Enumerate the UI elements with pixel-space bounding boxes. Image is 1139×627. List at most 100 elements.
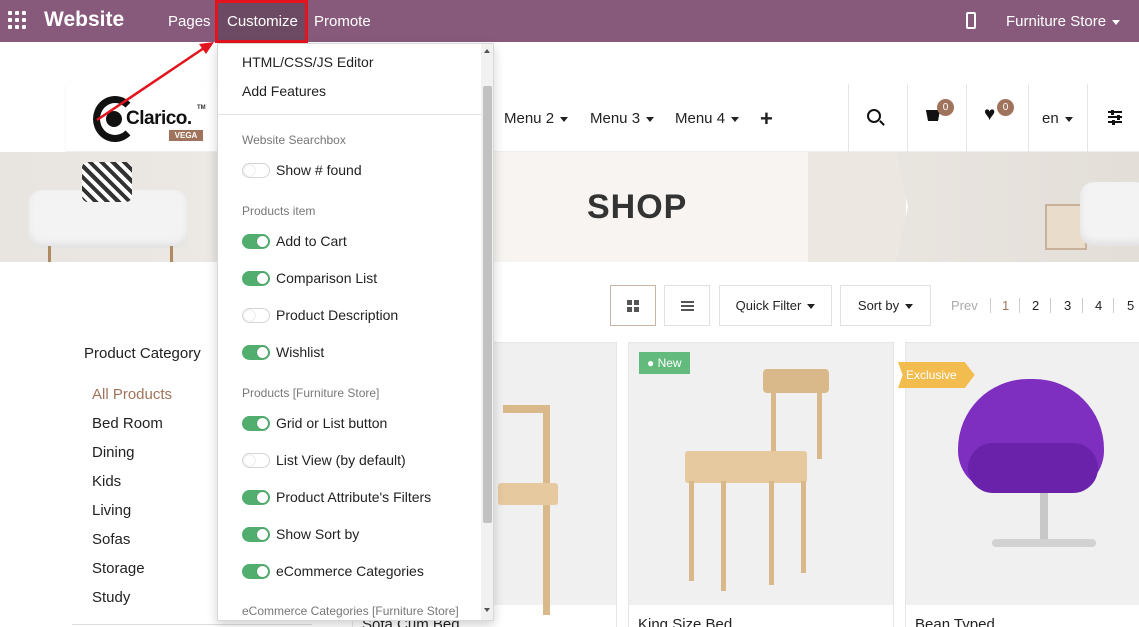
- option-comparison-list[interactable]: Comparison List: [242, 270, 472, 288]
- sliders-icon[interactable]: [1108, 110, 1122, 125]
- admin-topbar: Website Pages Customize Promote Furnitur…: [0, 0, 1139, 43]
- nav-customize-label: Customize: [227, 13, 298, 30]
- category-title: Product Category: [84, 345, 201, 362]
- grid-view-button[interactable]: [610, 285, 656, 326]
- menu-3[interactable]: Menu 3: [590, 110, 655, 127]
- scrollbar-thumb[interactable]: [483, 86, 492, 523]
- chevron-down-icon: [731, 116, 740, 122]
- language-selector[interactable]: en: [1042, 110, 1073, 127]
- product-card[interactable]: Exclusive Bean Typed: [898, 342, 1139, 627]
- nav-promote[interactable]: Promote: [314, 13, 371, 30]
- sort-by-button[interactable]: Sort by: [840, 285, 931, 326]
- chair-leg: [48, 246, 51, 262]
- add-menu-icon[interactable]: +: [760, 106, 773, 132]
- header-divider: [966, 84, 967, 152]
- apps-grid-icon[interactable]: [8, 11, 28, 31]
- chair-part: [769, 481, 774, 585]
- menu-4-label: Menu 4: [675, 110, 726, 127]
- store-name: Furniture Store: [1006, 13, 1107, 30]
- menu-divider: [218, 114, 481, 115]
- category-living[interactable]: Living: [92, 502, 131, 519]
- heart-icon[interactable]: ♥: [984, 104, 995, 126]
- category-dining[interactable]: Dining: [92, 444, 135, 461]
- section-heading: Products [Furniture Store]: [242, 386, 380, 400]
- search-icon[interactable]: [867, 109, 881, 123]
- product-tag-label: New: [657, 356, 682, 370]
- toggle-switch[interactable]: [242, 490, 270, 505]
- toggle-switch[interactable]: [242, 564, 270, 579]
- product-name[interactable]: King Size Bed: [638, 616, 732, 627]
- option-wishlist[interactable]: Wishlist: [242, 344, 472, 362]
- scroll-down-icon[interactable]: [484, 608, 490, 612]
- toggle-switch[interactable]: [242, 271, 270, 286]
- category-all-products[interactable]: All Products: [92, 386, 172, 403]
- option-show-sort-by[interactable]: Show Sort by: [242, 526, 472, 544]
- quick-filter-button[interactable]: Quick Filter: [719, 285, 832, 326]
- pager-page-2[interactable]: 2: [1032, 298, 1039, 313]
- pager-prev[interactable]: Prev: [951, 298, 978, 313]
- nav-customize[interactable]: Customize: [215, 0, 308, 43]
- pager-divider: [1082, 298, 1083, 313]
- chair-part: [543, 405, 550, 615]
- logo-dot: [106, 111, 122, 127]
- toggle-switch[interactable]: [242, 453, 270, 468]
- product-tag: Exclusive: [898, 362, 975, 388]
- scroll-up-icon[interactable]: [484, 49, 490, 53]
- store-switcher[interactable]: Furniture Store: [1006, 13, 1121, 30]
- banner-wedge-outline: [808, 152, 908, 262]
- toggle-switch[interactable]: [242, 527, 270, 542]
- product-name[interactable]: Bean Typed: [915, 616, 995, 627]
- product-tag-label: Exclusive: [906, 368, 957, 382]
- shop-banner: SHOP: [0, 152, 1139, 262]
- product-tag: ● New: [639, 352, 690, 374]
- sort-by-label: Sort by: [857, 298, 900, 313]
- category-study[interactable]: Study: [92, 589, 130, 606]
- category-bed-room[interactable]: Bed Room: [92, 415, 163, 432]
- html-css-js-editor-link[interactable]: HTML/CSS/JS Editor: [242, 54, 373, 70]
- site-logo[interactable]: Clarico. TM VEGA: [93, 94, 208, 146]
- chair-leg: [170, 246, 173, 262]
- pager-page-3[interactable]: 3: [1064, 298, 1071, 313]
- option-product-description[interactable]: Product Description: [242, 307, 472, 325]
- chevron-down-icon: [807, 304, 816, 310]
- banner-title: SHOP: [587, 188, 688, 226]
- pager-page-4[interactable]: 4: [1095, 298, 1102, 313]
- category-sofas[interactable]: Sofas: [92, 531, 130, 548]
- option-show-found[interactable]: Show # found: [242, 162, 472, 180]
- category-storage[interactable]: Storage: [92, 560, 145, 577]
- option-add-to-cart[interactable]: Add to Cart: [242, 233, 472, 251]
- option-attribute-filters[interactable]: Product Attribute's Filters: [242, 489, 472, 507]
- toggle-switch[interactable]: [242, 416, 270, 431]
- list-view-button[interactable]: [664, 285, 710, 326]
- option-ecommerce-categories[interactable]: eCommerce Categories: [242, 563, 472, 581]
- menu-4[interactable]: Menu 4: [675, 110, 740, 127]
- option-grid-or-list[interactable]: Grid or List button: [242, 415, 472, 433]
- product-card[interactable]: ● New King Size Bed: [628, 342, 894, 627]
- chevron-down-icon: [905, 304, 914, 310]
- category-kids[interactable]: Kids: [92, 473, 121, 490]
- menu-2[interactable]: Menu 2: [504, 110, 569, 127]
- section-heading: eCommerce Categories [Furniture Store]: [242, 604, 459, 618]
- quick-filter-label: Quick Filter: [735, 298, 802, 313]
- option-label: Product Attribute's Filters: [276, 489, 432, 505]
- mobile-icon[interactable]: [966, 12, 976, 29]
- pager-page-5[interactable]: 5: [1127, 298, 1134, 313]
- tag-icon: ●: [647, 356, 655, 370]
- toggle-switch[interactable]: [242, 308, 270, 323]
- chevron-down-icon: [646, 116, 655, 122]
- add-features-link[interactable]: Add Features: [242, 83, 326, 99]
- nav-pages[interactable]: Pages: [168, 13, 211, 30]
- option-label: List View (by default): [276, 452, 406, 468]
- product-image[interactable]: [629, 343, 893, 605]
- dropdown-scrollbar[interactable]: [481, 44, 493, 620]
- pager-divider: [1019, 298, 1020, 313]
- chair-part: [992, 539, 1096, 547]
- pager-page-1[interactable]: 1: [1002, 298, 1009, 313]
- toggle-switch[interactable]: [242, 234, 270, 249]
- list-view-icon: [681, 301, 694, 311]
- toggle-switch[interactable]: [242, 163, 270, 178]
- toggle-switch[interactable]: [242, 345, 270, 360]
- logo-tm: TM: [197, 105, 206, 111]
- option-list-view-default[interactable]: List View (by default): [242, 452, 472, 470]
- option-label: Product Description: [276, 307, 399, 323]
